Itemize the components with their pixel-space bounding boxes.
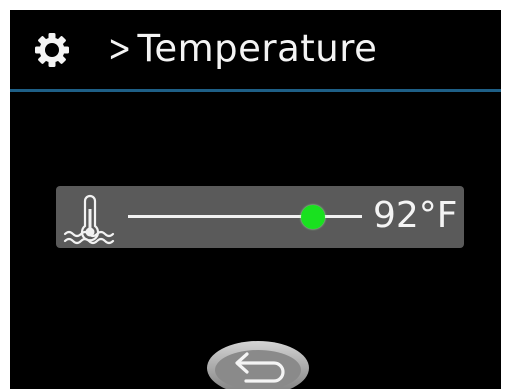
gear-icon[interactable] bbox=[34, 32, 70, 68]
header-divider bbox=[10, 89, 501, 92]
temperature-slider-knob[interactable] bbox=[300, 205, 325, 229]
thermostat-screen: > Temperature 92°F bbox=[10, 10, 501, 389]
water-thermometer-icon bbox=[63, 194, 115, 245]
temperature-value: 92°F bbox=[373, 195, 458, 236]
breadcrumb-separator: > bbox=[107, 27, 132, 70]
temperature-panel: 92°F bbox=[56, 186, 464, 248]
header-bar: > Temperature bbox=[10, 10, 501, 89]
back-button[interactable] bbox=[206, 339, 310, 389]
temperature-slider-track[interactable] bbox=[128, 215, 362, 218]
breadcrumb: > Temperature bbox=[104, 26, 377, 72]
page-title: Temperature bbox=[137, 27, 378, 70]
